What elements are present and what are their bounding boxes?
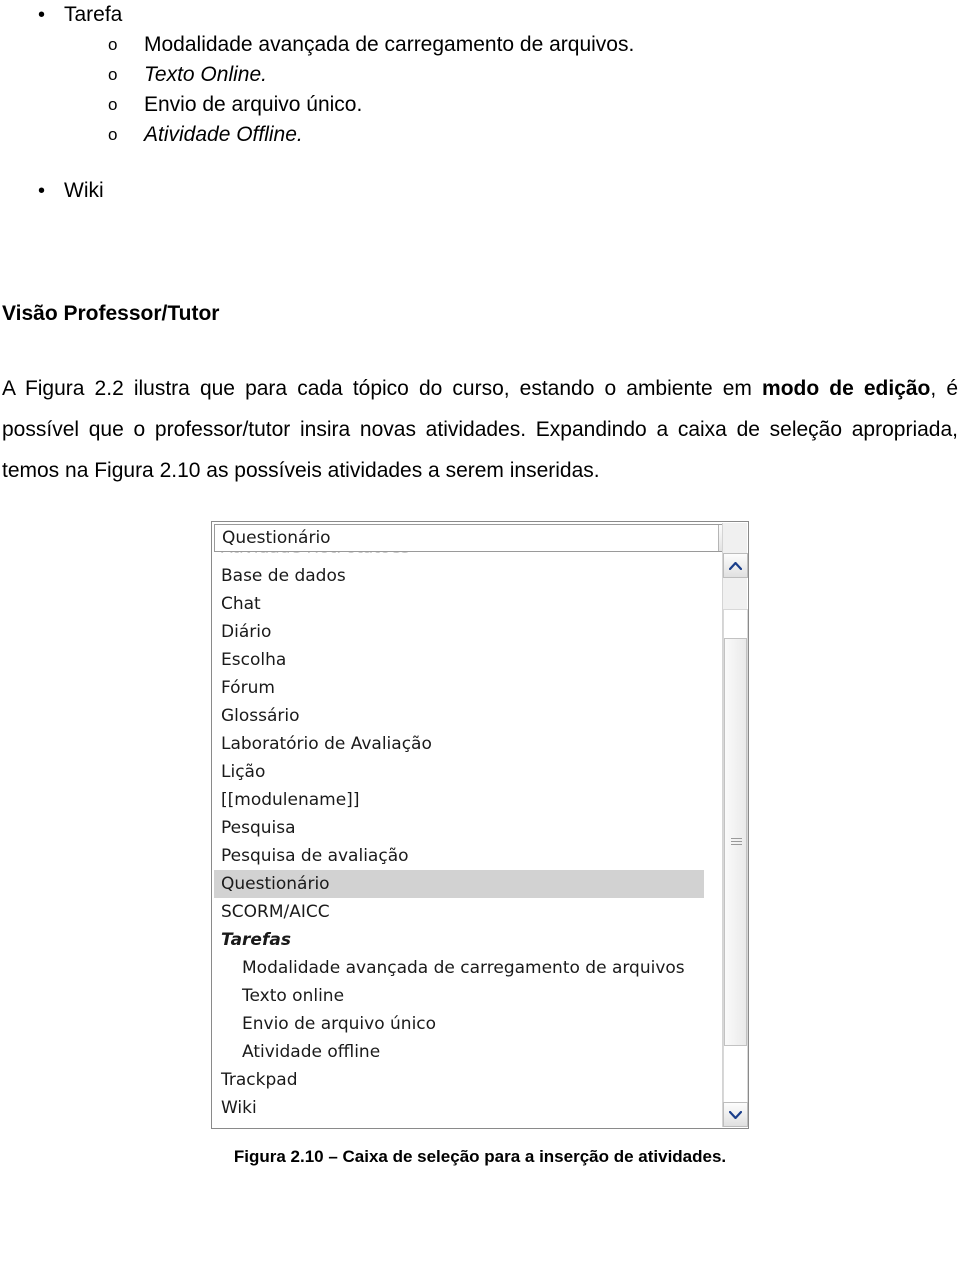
scrollbar-vertical[interactable] <box>722 523 748 1127</box>
option-group-tarefas: Tarefas <box>221 930 291 950</box>
figure-caption: Figura 2.10 – Caixa de seleção para a in… <box>233 1147 727 1166</box>
paragraph-part-bold: modo de edição <box>762 377 931 400</box>
option-pesquisa[interactable]: Pesquisa <box>214 814 704 842</box>
activity-select-figure: Atividade HotPotatoes Base de dados Chat… <box>211 521 749 1129</box>
activity-select-combobox[interactable]: Questionário <box>214 524 746 552</box>
option-base-de-dados[interactable]: Base de dados <box>214 562 704 590</box>
circle-bullet-icon: o <box>108 95 118 114</box>
select-option-list[interactable]: Atividade HotPotatoes Base de dados Chat… <box>214 540 704 1128</box>
body-paragraph: A Figura 2.2 ilustra que para cada tópic… <box>2 368 958 491</box>
list-item: • Wiki <box>0 176 960 206</box>
circle-bullet-icon: o <box>108 35 118 54</box>
list-item: o Texto Online. <box>0 60 960 90</box>
scroll-down-button[interactable] <box>723 1102 748 1127</box>
option-questionario-selected[interactable]: Questionário <box>214 870 704 898</box>
list-item-label: Texto Online. <box>144 63 267 86</box>
scrollbar-track[interactable] <box>723 609 748 1103</box>
option-modulename[interactable]: [[modulename]] <box>214 786 704 814</box>
option-diario[interactable]: Diário <box>214 618 704 646</box>
list-item: • Tarefa <box>0 0 960 30</box>
option-glossario[interactable]: Glossário <box>214 702 704 730</box>
option-laboratorio-de-avaliacao[interactable]: Laboratório de Avaliação <box>214 730 704 758</box>
list-item-label: Tarefa <box>64 3 123 26</box>
bullet-icon: • <box>38 180 46 202</box>
list-item-label: Modalidade avançada de carregamento de a… <box>144 33 635 56</box>
section-heading: Visão Professor/Tutor <box>2 302 220 325</box>
list-item: o Envio de arquivo único. <box>0 90 960 120</box>
scroll-up-button[interactable] <box>723 553 748 578</box>
list-item: o Modalidade avançada de carregamento de… <box>0 30 960 60</box>
option-chat[interactable]: Chat <box>214 590 704 618</box>
scrollbar-thumb[interactable] <box>724 638 747 1046</box>
list-item-label: Envio de arquivo único. <box>144 93 363 116</box>
list-item: o Atividade Offline. <box>0 120 960 150</box>
option-escolha[interactable]: Escolha <box>214 646 704 674</box>
option-trackpad[interactable]: Trackpad <box>214 1066 704 1094</box>
option-texto-online[interactable]: Texto online <box>214 982 704 1010</box>
combobox-value: Questionário <box>222 528 331 548</box>
select-dropdown-panel[interactable]: Atividade HotPotatoes Base de dados Chat… <box>211 521 749 1129</box>
option-pesquisa-de-avaliacao[interactable]: Pesquisa de avaliação <box>214 842 704 870</box>
option-atividade-offline[interactable]: Atividade offline <box>214 1038 704 1066</box>
grip-icon <box>731 838 742 846</box>
document-body: • Tarefa o Modalidade avançada de carreg… <box>0 0 960 1167</box>
option-scorm-aicc[interactable]: SCORM/AICC <box>214 898 704 926</box>
option-wiki[interactable]: Wiki <box>214 1094 704 1122</box>
option-forum[interactable]: Fórum <box>214 674 704 702</box>
option-licao[interactable]: Lição <box>214 758 704 786</box>
list-item-label: Atividade Offline. <box>144 123 303 146</box>
paragraph-part: A Figura 2.2 ilustra que para cada tópic… <box>2 377 763 400</box>
option-modalidade-avancada[interactable]: Modalidade avançada de carregamento de a… <box>214 954 704 982</box>
bullet-icon: • <box>38 4 46 26</box>
circle-bullet-icon: o <box>108 125 118 144</box>
option-envio-de-arquivo-unico[interactable]: Envio de arquivo único <box>214 1010 704 1038</box>
circle-bullet-icon: o <box>108 65 118 84</box>
list-item-label: Wiki <box>64 179 104 202</box>
